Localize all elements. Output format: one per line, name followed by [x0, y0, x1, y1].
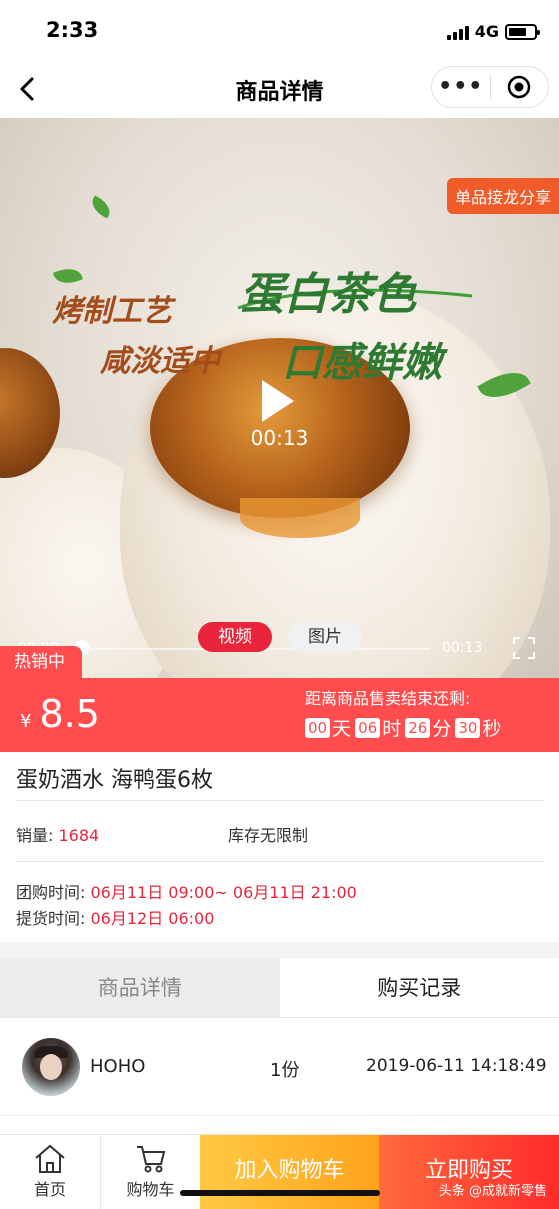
battery-icon — [505, 23, 540, 40]
pickup-time: 提货时间: 06月12日 06:00 — [16, 905, 214, 929]
purchase-time: 2019-06-11 14:18:49 — [366, 1056, 547, 1076]
leaf-decoration — [87, 195, 115, 219]
cart-button[interactable]: 购物车 — [100, 1135, 200, 1209]
group-time-label: 团购时间: — [16, 883, 86, 902]
countdown-unit: 分 — [432, 718, 452, 740]
home-indicator — [180, 1190, 380, 1196]
home-button[interactable]: 首页 — [0, 1135, 100, 1209]
pickup-time-value: 06月12日 06:00 — [90, 909, 215, 928]
group-time-value: 06月11日 09:00~ 06月11日 21:00 — [90, 883, 357, 902]
countdown-hours: 06 — [355, 717, 381, 738]
share-tag-button[interactable]: 单品接龙分享 — [446, 178, 559, 214]
more-menu-icon[interactable]: ••• — [432, 66, 490, 108]
pickup-time-label: 提货时间: — [16, 909, 86, 928]
purchase-quantity: 1份 — [270, 1060, 300, 1081]
stock-info: 库存无限制 — [228, 826, 309, 845]
watermark: 头条 @成就新零售 — [438, 1184, 547, 1199]
tab-video[interactable]: 视频 — [198, 622, 272, 652]
network-type: 4G — [474, 22, 499, 41]
price-banner: ¥ 8.5 距离商品售卖结束还剩: 00 天 06 时 26 分 30 秒 — [0, 678, 559, 752]
slogan-text: 烤制工艺 — [52, 294, 172, 329]
divider — [16, 861, 544, 862]
countdown-unit: 天 — [332, 718, 352, 740]
tab-product-details[interactable]: 商品详情 — [0, 958, 280, 1017]
section-separator — [0, 942, 559, 958]
video-duration: 00:13 — [250, 426, 309, 450]
egg-yolk-drip — [240, 498, 360, 538]
avatar — [22, 1038, 80, 1096]
video-total-time: 00:13 — [442, 640, 483, 656]
price-value: 8.5 — [39, 692, 100, 736]
leaf-decoration — [53, 264, 83, 288]
sales-info: 销量: 1684 — [16, 822, 99, 846]
tab-purchase-records[interactable]: 购买记录 — [279, 958, 559, 1017]
add-to-cart-button[interactable]: 加入购物车 — [200, 1135, 379, 1209]
buyer-name: HOHO — [90, 1056, 146, 1077]
nav-bar: 商品详情 ••• — [0, 62, 559, 118]
countdown-unit: 秒 — [482, 718, 502, 740]
countdown-timer: 00 天 06 时 26 分 30 秒 — [305, 714, 505, 741]
slogan-text: 口感鲜嫩 — [282, 339, 442, 386]
home-label: 首页 — [33, 1180, 66, 1199]
countdown-days: 00 — [305, 717, 331, 738]
status-bar: 2:33 4G — [0, 0, 559, 62]
mini-program-capsule: ••• — [431, 66, 549, 108]
sales-label: 销量: — [16, 826, 54, 845]
slogan-text: 咸淡适中 — [100, 344, 220, 379]
close-capsule-button[interactable] — [490, 75, 548, 99]
tab-images[interactable]: 图片 — [288, 622, 362, 652]
status-indicators: 4G — [446, 22, 540, 41]
fullscreen-icon[interactable] — [512, 636, 536, 660]
cart-icon — [136, 1146, 165, 1173]
countdown-unit: 时 — [382, 718, 402, 740]
media-switch: 视频 图片 — [198, 622, 362, 652]
countdown-label: 距离商品售卖结束还剩: — [305, 689, 471, 708]
purchase-record-row: HOHO 1份 2019-06-11 14:18:49 — [0, 1018, 559, 1116]
hot-sale-badge: 热销中 — [0, 646, 82, 680]
countdown-seconds: 30 — [455, 717, 481, 738]
currency-symbol: ¥ — [20, 711, 32, 732]
product-video[interactable]: 烤制工艺 咸淡适中 蛋白茶色 口感鲜嫩 单品接龙分享 00:13 00:00 0… — [0, 118, 559, 678]
target-circle-icon — [507, 75, 531, 99]
divider — [16, 800, 544, 801]
sales-value: 1684 — [58, 826, 100, 845]
countdown-minutes: 26 — [405, 717, 431, 738]
price: ¥ 8.5 — [20, 692, 100, 736]
group-buy-time: 团购时间: 06月11日 09:00~ 06月11日 21:00 — [16, 879, 357, 903]
slogan-text: 蛋白茶色 — [240, 269, 416, 320]
product-name: 蛋奶酒水 海鸭蛋6枚 — [16, 768, 213, 793]
cart-label: 购物车 — [126, 1180, 175, 1199]
status-time: 2:33 — [46, 18, 99, 42]
home-icon — [35, 1144, 65, 1173]
signal-icon — [446, 24, 469, 40]
play-icon[interactable] — [262, 380, 294, 422]
detail-tabs: 商品详情 购买记录 — [0, 958, 559, 1018]
